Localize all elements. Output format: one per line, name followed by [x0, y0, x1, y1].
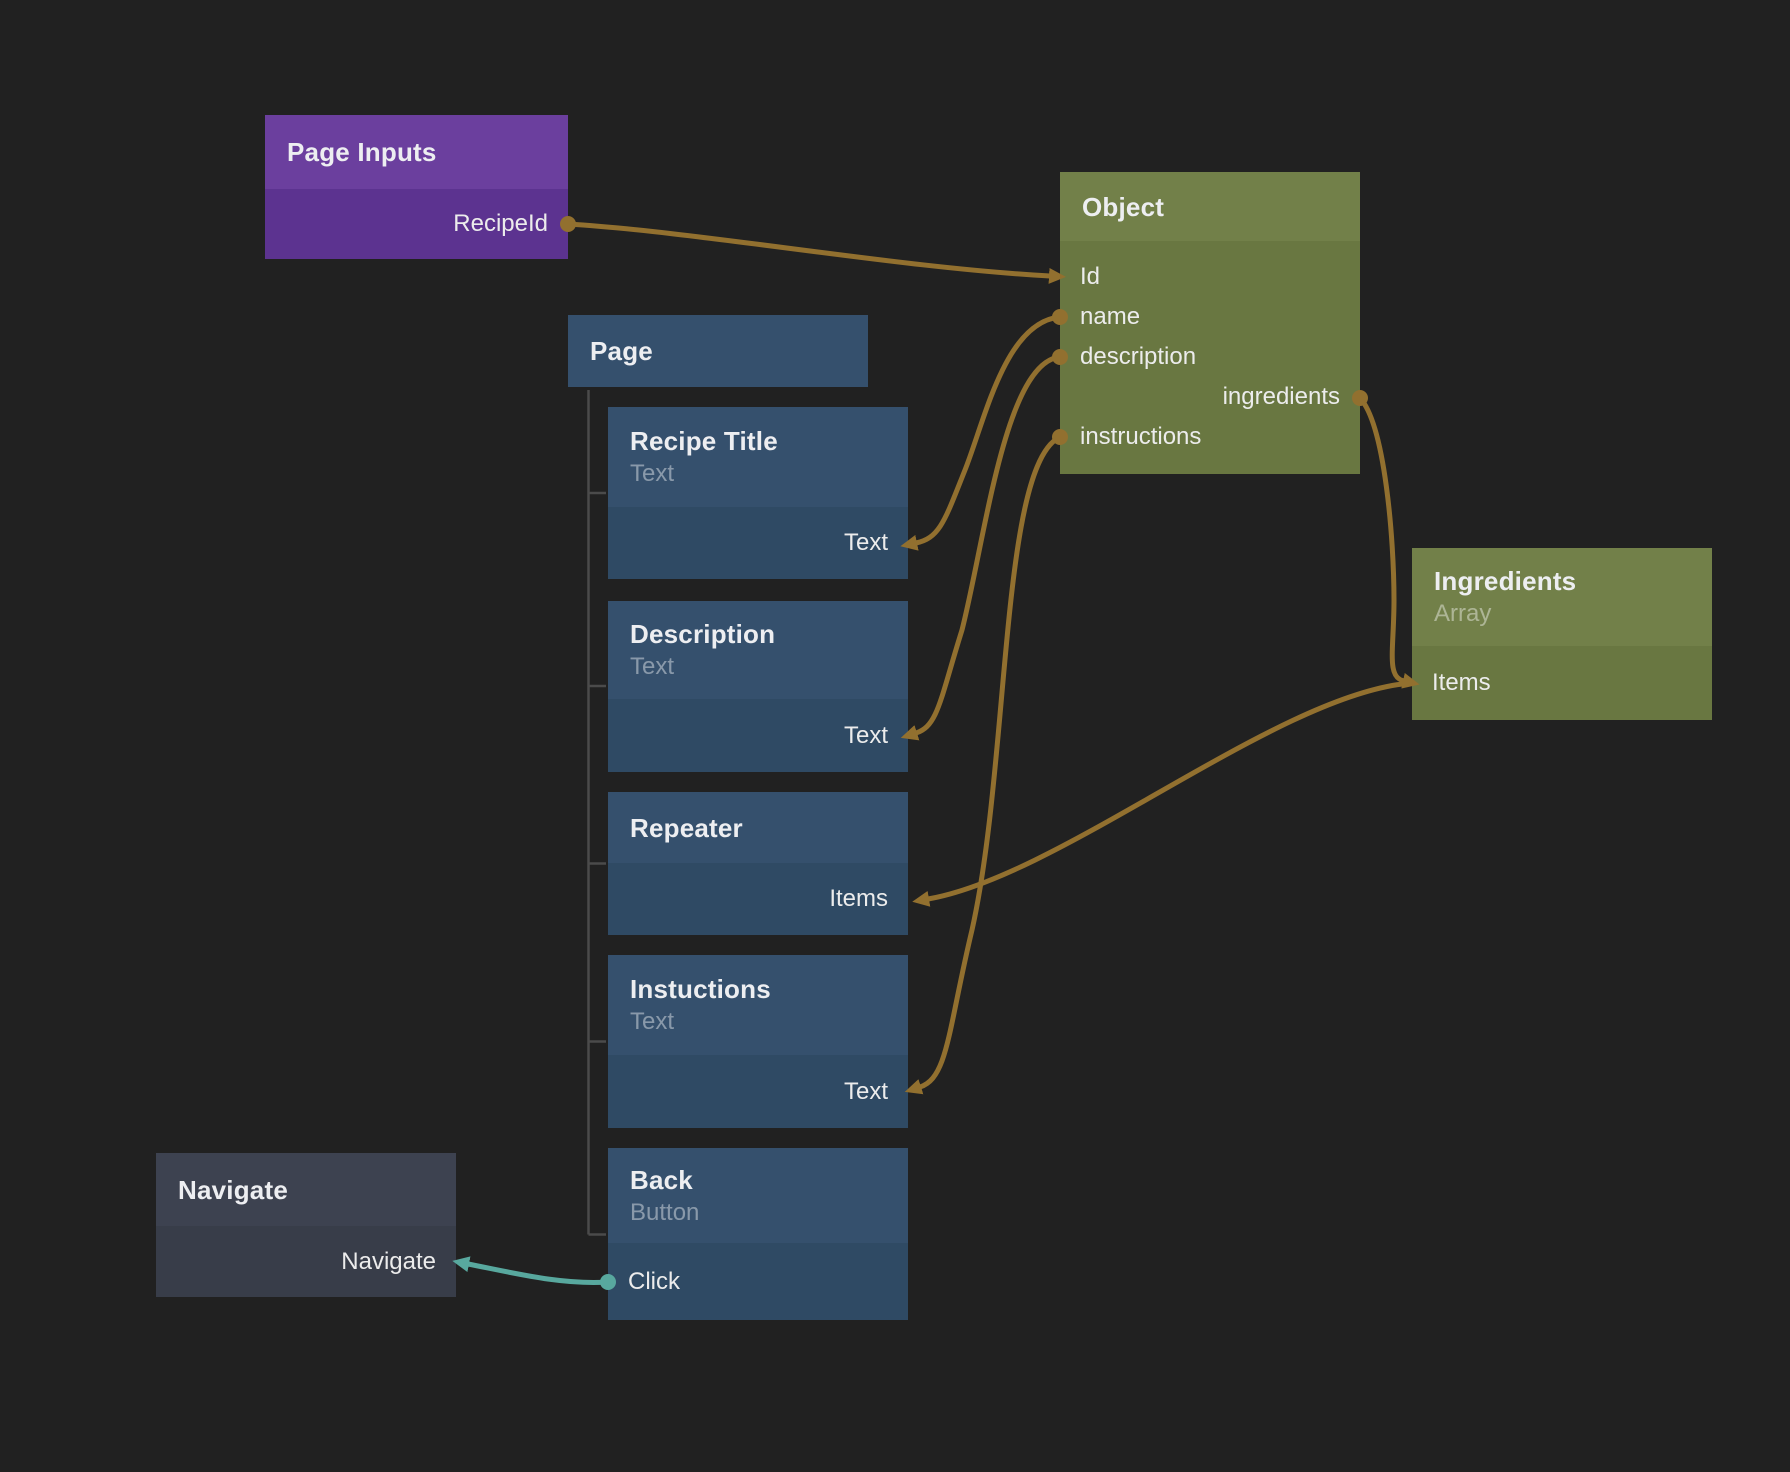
wire-click-to-navigate[interactable]	[468, 1264, 608, 1282]
port-label: Text	[844, 529, 888, 557]
node-title: Repeater	[630, 813, 886, 843]
node-header: Navigate	[156, 1153, 456, 1226]
node-title: Page Inputs	[287, 137, 546, 167]
port-label: ingredients	[1223, 383, 1340, 411]
wire-instructions-to-instuctions-text[interactable]	[920, 437, 1060, 1087]
node-object[interactable]: Object Id name description ingredients i…	[1060, 172, 1360, 474]
node-page[interactable]: Page	[568, 315, 868, 387]
port-row-text[interactable]: Text	[608, 507, 908, 579]
node-title: Object	[1082, 192, 1338, 222]
port-label: Navigate	[341, 1248, 436, 1276]
port-row-ingredients[interactable]: ingredients	[1060, 377, 1360, 417]
node-instuctions[interactable]: Instuctions Text Text	[608, 955, 908, 1128]
port-label: Text	[844, 722, 888, 750]
port-row-navigate[interactable]: Navigate	[156, 1226, 456, 1297]
port-label: RecipeId	[453, 210, 548, 238]
port-row-text[interactable]: Text	[608, 699, 908, 772]
node-subtitle: Text	[630, 1008, 886, 1036]
node-recipe-title[interactable]: Recipe Title Text Text	[608, 407, 908, 579]
node-header: Object	[1060, 172, 1360, 241]
node-repeater[interactable]: Repeater Items	[608, 792, 908, 935]
port-row-click[interactable]: Click	[608, 1243, 908, 1320]
port-row-text[interactable]: Text	[608, 1055, 908, 1128]
node-title: Description	[630, 619, 886, 649]
node-header: Recipe Title Text	[608, 407, 908, 507]
node-subtitle: Button	[630, 1199, 886, 1227]
node-subtitle: Text	[630, 653, 886, 681]
port-row-items[interactable]: Items	[608, 863, 908, 935]
wire-name-to-recipe-title-text[interactable]	[916, 317, 1060, 543]
node-header: Repeater	[608, 792, 908, 863]
port-row-recipeid[interactable]: RecipeId	[265, 189, 568, 259]
wire-description-to-description-text[interactable]	[916, 357, 1060, 733]
port-row-instructions[interactable]: instructions	[1060, 417, 1360, 457]
wire-recipeid-to-object-id[interactable]	[568, 224, 1050, 276]
node-header: Page	[568, 315, 868, 387]
port-label: Items	[829, 885, 888, 913]
node-title: Ingredients	[1434, 566, 1690, 596]
node-page-inputs[interactable]: Page Inputs RecipeId	[265, 115, 568, 259]
node-title: Recipe Title	[630, 426, 886, 456]
wire-ingredients-to-ingredients-items[interactable]	[1360, 398, 1404, 681]
node-title: Instuctions	[630, 974, 886, 1004]
port-label: description	[1080, 343, 1196, 371]
port-label: Items	[1432, 669, 1491, 697]
node-ingredients[interactable]: Ingredients Array Items	[1412, 548, 1712, 720]
node-subtitle: Text	[630, 460, 886, 488]
node-navigate[interactable]: Navigate Navigate	[156, 1153, 456, 1297]
node-header: Page Inputs	[265, 115, 568, 189]
port-row-name[interactable]: name	[1060, 297, 1360, 337]
node-title: Back	[630, 1165, 886, 1195]
node-header: Back Button	[608, 1148, 908, 1243]
port-label: Click	[628, 1268, 680, 1296]
port-row-description[interactable]: description	[1060, 337, 1360, 377]
port-label: name	[1080, 303, 1140, 331]
tree-connector	[589, 390, 607, 1235]
port-row-id[interactable]: Id	[1060, 257, 1360, 297]
node-title: Navigate	[178, 1175, 434, 1205]
port-label: Text	[844, 1078, 888, 1106]
node-graph-canvas[interactable]: Page Inputs RecipeId Page Recipe Title T…	[0, 0, 1790, 1472]
port-label: Id	[1080, 263, 1100, 291]
node-header: Description Text	[608, 601, 908, 699]
wire-ingredients-items-to-repeater-items[interactable]	[928, 683, 1412, 899]
node-description[interactable]: Description Text Text	[608, 601, 908, 772]
node-title: Page	[590, 336, 846, 366]
node-back[interactable]: Back Button Click	[608, 1148, 908, 1320]
port-row-items[interactable]: Items	[1412, 646, 1712, 720]
node-header: Instuctions Text	[608, 955, 908, 1055]
port-label: instructions	[1080, 423, 1201, 451]
node-subtitle: Array	[1434, 600, 1690, 628]
node-header: Ingredients Array	[1412, 548, 1712, 646]
